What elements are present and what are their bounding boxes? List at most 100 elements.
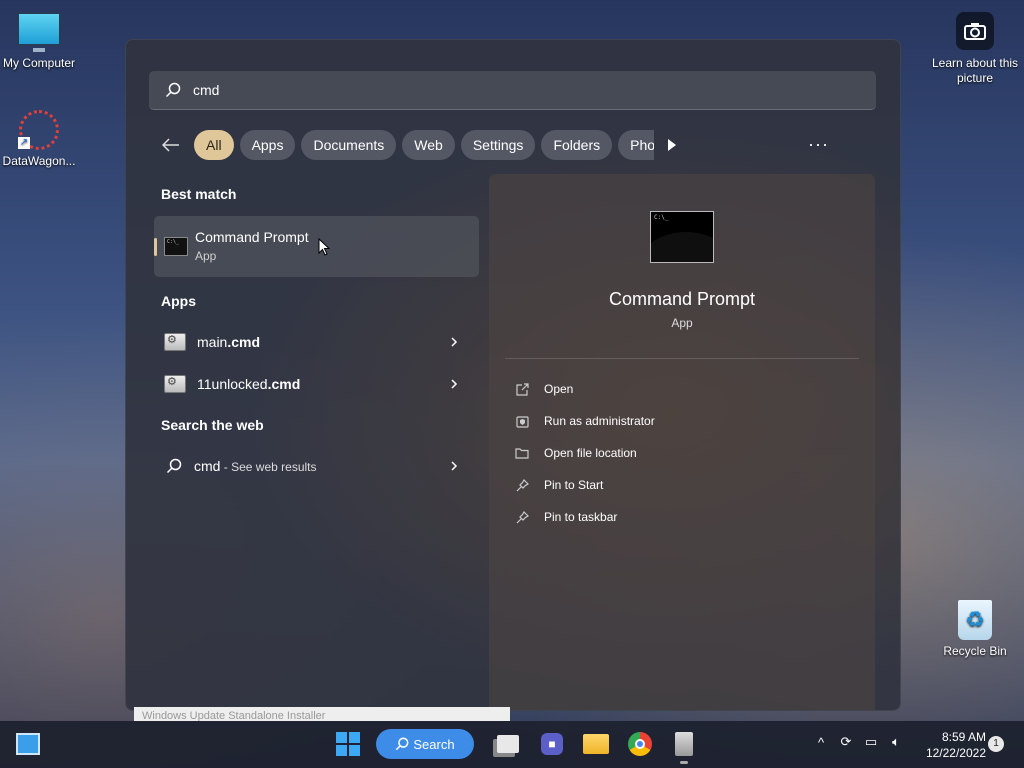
action-open[interactable]: Open — [515, 378, 573, 400]
action-pin-to-start[interactable]: Pin to Start — [515, 474, 603, 496]
divider — [505, 358, 859, 359]
desktop-icon-label: Recycle Bin — [943, 644, 1007, 658]
preview-subtitle: App — [671, 316, 693, 330]
desktop-icon-learn-about-picture[interactable]: Learn about this picture — [930, 12, 1020, 86]
best-match-subtitle: App — [195, 249, 217, 263]
desktop-icon-label: DataWagon... — [2, 154, 76, 168]
filter-settings[interactable]: Settings — [460, 130, 536, 160]
widgets-icon[interactable] — [16, 733, 40, 755]
chevron-right-icon[interactable] — [449, 379, 459, 389]
ferris-wheel-icon: ↗ — [18, 110, 59, 150]
best-match-heading: Best match — [161, 186, 237, 202]
chrome-icon — [628, 732, 652, 756]
app-item-name: 11unlocked — [197, 376, 268, 392]
filter-apps[interactable]: Apps — [239, 130, 296, 160]
app-item-name: main — [197, 334, 228, 350]
task-view-icon — [497, 735, 519, 753]
app-item-main-cmd[interactable]: main.cmd — [154, 324, 479, 360]
taskbar: Search ■ ^ ⟳ ▭ 🔈︎ 8:59 AM 12/22/2022 1 — [0, 721, 1024, 768]
filter-web[interactable]: Web — [402, 130, 455, 160]
web-query: cmd — [194, 458, 221, 474]
chevron-right-icon[interactable] — [449, 461, 459, 471]
best-match-item[interactable]: Command Prompt App — [154, 216, 479, 277]
teams-chat-button[interactable]: ■ — [538, 730, 566, 758]
start-search-panel: All Apps Documents Web Settings Folders … — [125, 39, 901, 711]
filter-documents[interactable]: Documents — [301, 130, 397, 160]
installer-app-button[interactable] — [670, 730, 698, 764]
back-arrow-icon[interactable] — [160, 134, 182, 156]
speaker-icon[interactable]: 🔈︎ — [887, 733, 905, 751]
running-indicator — [680, 761, 688, 764]
action-label: Run as administrator — [544, 414, 655, 428]
filter-photos[interactable]: Pho — [618, 130, 655, 160]
web-result-item[interactable]: cmd - See web results — [154, 448, 479, 484]
search-icon — [396, 737, 409, 751]
taskbar-search-label: Search — [413, 736, 455, 752]
filter-all[interactable]: All — [194, 130, 234, 160]
monitor-icon — [17, 12, 61, 52]
action-label: Open file location — [544, 446, 637, 460]
start-button[interactable] — [336, 732, 360, 756]
folder-icon — [583, 734, 609, 754]
shortcut-arrow-icon: ↗ — [18, 137, 30, 149]
file-explorer-button[interactable] — [582, 730, 610, 758]
desktop-icon-datawagon[interactable]: ↗ DataWagon... — [0, 110, 84, 168]
pin-icon — [515, 510, 529, 524]
filter-folders[interactable]: Folders — [541, 130, 613, 160]
clock-time: 8:59 AM — [941, 730, 986, 744]
more-options-icon[interactable]: ··· — [808, 134, 829, 155]
taskbar-search-button[interactable]: Search — [376, 729, 474, 759]
search-web-heading: Search the web — [161, 417, 264, 433]
search-box[interactable] — [149, 71, 876, 110]
notification-badge[interactable]: 1 — [988, 736, 1004, 752]
selection-accent — [154, 238, 157, 256]
mouse-cursor-icon — [318, 238, 330, 256]
desktop-icon-my-computer[interactable]: My Computer — [0, 12, 84, 70]
background-window-title[interactable]: Windows Update Standalone Installer — [134, 707, 510, 721]
recycle-bin-icon: ♻ — [958, 600, 992, 640]
teams-camera-icon: ■ — [541, 733, 563, 755]
camera-icon — [956, 12, 994, 50]
preview-title: Command Prompt — [608, 289, 756, 309]
best-match-title: Command Prompt — [195, 229, 309, 245]
task-view-button[interactable] — [494, 730, 522, 758]
search-icon — [166, 458, 182, 474]
clock[interactable]: 8:59 AM 12/22/2022 — [910, 729, 986, 761]
action-open-file-location[interactable]: Open file location — [515, 442, 637, 464]
web-results-suffix: - See web results — [220, 460, 317, 474]
apps-heading: Apps — [161, 293, 196, 309]
desktop-icon-recycle-bin[interactable]: ♻ Recycle Bin — [930, 600, 1020, 658]
scroll-filters-right-icon[interactable] — [668, 139, 677, 151]
search-icon — [165, 82, 181, 98]
open-external-icon — [515, 382, 529, 396]
clock-date: 12/22/2022 — [925, 746, 986, 760]
app-item-11unlocked-cmd[interactable]: 11unlocked.cmd — [154, 366, 479, 402]
batch-file-icon — [164, 375, 186, 393]
command-prompt-large-icon: C:\_ — [650, 211, 714, 263]
action-label: Pin to taskbar — [544, 510, 618, 524]
search-input[interactable] — [191, 81, 855, 99]
shield-icon — [515, 414, 529, 428]
action-label: Open — [544, 382, 574, 396]
desktop-icon-label: My Computer — [2, 56, 76, 70]
filter-chips: All Apps Documents Web Settings Folders … — [160, 128, 677, 162]
chevron-right-icon[interactable] — [449, 337, 459, 347]
chevron-up-icon[interactable]: ^ — [812, 733, 830, 751]
command-prompt-icon — [164, 237, 188, 256]
preview-pane: C:\_ Command Prompt App Open Run as admi… — [489, 174, 875, 710]
action-run-as-admin[interactable]: Run as administrator — [515, 410, 655, 432]
network-icon[interactable]: ▭ — [862, 733, 880, 751]
installer-icon — [675, 732, 693, 756]
system-tray: ^ ⟳ ▭ 🔈︎ — [812, 733, 912, 751]
taskbar-center: Search ■ — [336, 728, 706, 764]
chrome-button[interactable] — [626, 730, 654, 758]
app-item-ext: .cmd — [267, 376, 301, 392]
action-label: Pin to Start — [544, 478, 604, 492]
pin-icon — [515, 478, 529, 492]
batch-file-icon — [164, 333, 186, 351]
app-item-ext: .cmd — [227, 334, 261, 350]
folder-icon — [515, 446, 529, 460]
desktop-icon-label: Learn about this picture — [931, 56, 1019, 85]
action-pin-to-taskbar[interactable]: Pin to taskbar — [515, 506, 617, 528]
update-sync-icon[interactable]: ⟳ — [837, 733, 855, 751]
